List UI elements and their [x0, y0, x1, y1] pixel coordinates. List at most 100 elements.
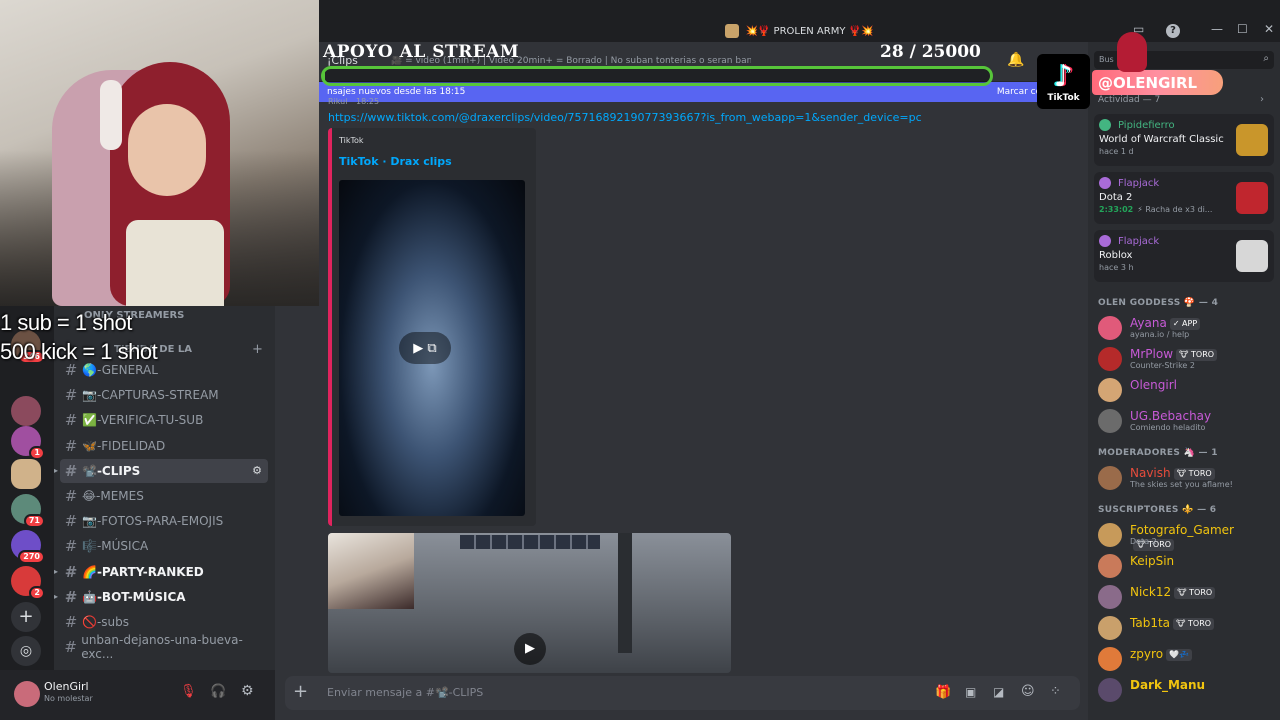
maximize-icon[interactable]: ☐	[1237, 22, 1248, 36]
mic-muted-icon[interactable]: 🎙	[180, 684, 197, 699]
member-item[interactable]: Olengirl	[1098, 376, 1278, 404]
member-item[interactable]: Nick12 🐮 TORO	[1098, 583, 1278, 611]
server-icon[interactable]: 2	[11, 566, 45, 600]
user-panel: OlenGirl No molestar 🎙 🎧 ⚙	[0, 670, 275, 720]
member-item[interactable]: Tab1ta 🐮 TORO	[1098, 614, 1278, 642]
channel-label: 📷-FOTOS-PARA-EMOJIS	[82, 514, 224, 529]
channel-item[interactable]: # 📷-CAPTURAS-STREAM	[60, 383, 268, 407]
member-tag: 🐮 TORO	[1173, 617, 1215, 630]
member-item[interactable]: UG.Bebachay Comiendo heladito	[1098, 407, 1278, 435]
activity-card[interactable]: Flapjack Dota 2 2:33:02 ⚡ Racha de x3 di...	[1094, 172, 1274, 224]
gift-icon[interactable]: 🎁	[935, 685, 951, 700]
channel-item[interactable]: # 🎼-MÚSICA	[60, 534, 268, 558]
channel-label: 🚫-subs	[82, 615, 129, 629]
channel-settings-icon[interactable]: ⚙	[252, 464, 262, 477]
settings-gear-icon[interactable]: ⚙	[241, 683, 254, 699]
server-icon[interactable]: 1	[11, 426, 45, 460]
avatar	[1098, 647, 1122, 671]
play-icon[interactable]: ▶ ⧉	[399, 332, 451, 364]
channel-item[interactable]: # 📷-FOTOS-PARA-EMOJIS	[60, 509, 268, 533]
close-icon[interactable]: ✕	[1264, 22, 1274, 36]
add-channel-icon[interactable]: +	[252, 342, 263, 357]
avatar	[1099, 177, 1111, 189]
member-item[interactable]: Navish 🐮 TORO The skies set you aflame!	[1098, 464, 1278, 492]
member-item[interactable]: MrPlow 🐮 TORO Counter-Strike 2	[1098, 345, 1278, 373]
avatar	[1098, 347, 1122, 371]
help-icon[interactable]: ?	[1166, 24, 1180, 38]
member-item[interactable]: Fotografo_Gamer🐮 TORO Dota 2	[1098, 521, 1278, 551]
avatar	[1099, 119, 1111, 131]
server-icon[interactable]	[11, 396, 41, 426]
member-group-title: SUSCRIPTORES ⚜️ — 6	[1098, 505, 1217, 515]
activity-card[interactable]: Pipidefierro World of Warcraft Classic hac…	[1094, 114, 1274, 166]
avatar	[1098, 523, 1122, 547]
member-item[interactable]: zpyro 🤍💤	[1098, 645, 1278, 673]
member-status: The skies set you aflame!	[1130, 480, 1233, 489]
member-tag: 🤍💤	[1166, 648, 1192, 661]
chevron-right-icon: ▸	[54, 567, 59, 577]
member-item[interactable]: Dark_Manu	[1098, 676, 1278, 704]
hash-icon: #	[64, 613, 78, 631]
hash-icon: #	[64, 386, 78, 405]
channel-item[interactable]: ▸ # 🤖-BOT-MÚSICA	[54, 585, 268, 609]
search-icon: ⌕	[1263, 53, 1269, 64]
play-icon[interactable]: ▶	[514, 633, 546, 665]
video-scene	[618, 533, 632, 653]
server-icon[interactable]	[11, 459, 41, 489]
server-icon[interactable]: 71	[11, 494, 45, 528]
tiktok-logo: ♪ TikTok	[1037, 54, 1090, 109]
avatar	[1098, 466, 1122, 490]
game-icon	[1236, 182, 1268, 214]
channel-item[interactable]: # ✅-VERIFICA-TU-SUB	[60, 408, 268, 432]
overlay-sub-text: 1 sub = 1 shot	[0, 310, 132, 335]
server-title: 💥🦞 PROLEN ARMY 🦞💥	[745, 25, 874, 37]
member-name: Navish 🐮 TORO	[1130, 466, 1215, 480]
channel-item[interactable]: # 🦋-FIDELIDAD	[60, 434, 268, 458]
embed-video-thumbnail[interactable]: ▶ ⧉	[339, 180, 525, 516]
message-link[interactable]: https://www.tiktok.com/@draxerclips/vide…	[328, 111, 1068, 124]
composer-input[interactable]: Enviar mensaje a #📽️-CLIPS	[327, 686, 483, 699]
video-attachment[interactable]: ▶	[328, 533, 731, 673]
sticker-icon[interactable]: ◪	[993, 685, 1004, 699]
server-icon[interactable]: 270	[11, 530, 45, 564]
channel-item[interactable]: # unban-dejanos-una-bueva-exc...	[60, 633, 268, 662]
add-server-icon[interactable]: +	[11, 602, 41, 632]
server-icon	[725, 24, 740, 38]
activity-user: Pipidefierro	[1118, 120, 1175, 131]
channel-label: 📷-CAPTURAS-STREAM	[82, 388, 219, 403]
hash-icon: #	[64, 487, 78, 505]
channel-label: unban-dejanos-una-bueva-exc...	[81, 633, 243, 662]
tiktok-handle: @OLENGIRL	[1092, 70, 1223, 95]
emoji-icon[interactable]: ☺	[1021, 684, 1035, 699]
tiktok-note-icon: ♪	[1053, 58, 1074, 94]
discover-icon[interactable]: ◎	[11, 636, 41, 666]
new-messages-text: nsajes nuevos desde las 18:15	[327, 87, 466, 97]
message-composer[interactable]: + Enviar mensaje a #📽️-CLIPS 🎁 ▣ ◪ ☺ ⁘	[285, 676, 1080, 710]
activity-user: Flapjack	[1118, 178, 1160, 189]
embed-title[interactable]: TikTok · Drax clips	[339, 155, 452, 168]
stream-overlay-text: 1 sub = 1 shot 500 kick = 1 shot	[0, 308, 158, 366]
gif-icon[interactable]: ▣	[965, 685, 976, 699]
channel-item[interactable]: ▸ # 🌈-PARTY-RANKED	[54, 560, 268, 584]
activity-detail: hace 3 h	[1099, 263, 1134, 272]
member-tag: 🐮 TORO	[1174, 586, 1216, 599]
member-name: MrPlow 🐮 TORO	[1130, 347, 1218, 361]
notification-bell-icon[interactable]: 🔔	[1007, 52, 1024, 68]
channel-item[interactable]: # 🚫-subs	[60, 610, 268, 634]
deafen-icon[interactable]: 🎧	[210, 684, 226, 699]
member-item[interactable]: Ayana ✓ APP ayana.io / help	[1098, 314, 1278, 342]
game-icon	[1236, 124, 1268, 156]
minimize-icon[interactable]: —	[1211, 22, 1223, 36]
apps-icon[interactable]: ⁘	[1050, 684, 1061, 699]
chevron-right-icon[interactable]: ›	[1260, 94, 1264, 105]
avatar[interactable]	[14, 681, 40, 707]
activity-game: Roblox	[1099, 250, 1133, 261]
member-item[interactable]: KeipSin	[1098, 552, 1278, 580]
add-attachment-icon[interactable]: +	[293, 681, 308, 702]
activity-card[interactable]: Flapjack Roblox hace 3 h	[1094, 230, 1274, 282]
hash-icon: #	[64, 461, 78, 480]
channel-item[interactable]: ▸ # 📽️-CLIPS ⚙	[54, 458, 268, 483]
channel-item[interactable]: # 😂-MEMES	[60, 484, 268, 508]
member-name: Tab1ta 🐮 TORO	[1130, 616, 1215, 630]
hash-icon: #	[64, 562, 78, 581]
